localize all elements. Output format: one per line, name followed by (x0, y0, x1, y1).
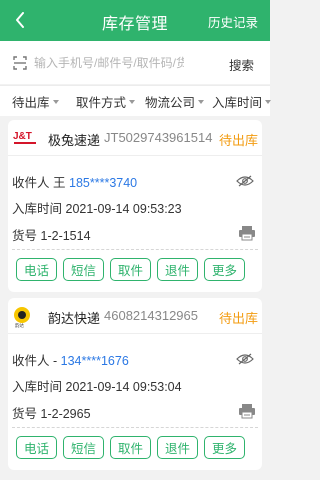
caret-down-icon (52, 100, 59, 104)
pickup-button[interactable]: 取件 (110, 436, 151, 459)
filter-label: 入库时间 (212, 95, 263, 110)
filter-bar: 待出库 取件方式 物流公司 入库时间 (0, 85, 272, 116)
parcel-card: J&T 极兔速递 JT5029743961514 待出库 收件人 王 185**… (8, 120, 262, 292)
time-label: 入库时间 (12, 380, 63, 394)
card-header: J&T 极兔速递 JT5029743961514 待出库 (8, 120, 262, 156)
time-label: 入库时间 (12, 202, 63, 216)
courier-name: 极兔速递 (48, 133, 101, 148)
return-button[interactable]: 退件 (157, 258, 198, 281)
scan-icon[interactable] (12, 55, 28, 71)
stock-in-time-row: 入库时间 2021-09-14 09:53:04 (12, 376, 182, 395)
card-header: 韵达 韵达快递 4608214312965 待出库 (8, 298, 262, 334)
slot-row: 货号 1-2-2965 (12, 403, 91, 422)
eye-icon[interactable] (236, 175, 254, 187)
filter-label: 物流公司 (145, 95, 196, 110)
divider (12, 249, 258, 250)
status-badge: 待出库 (218, 311, 258, 326)
filter-pickup-method[interactable]: 取件方式 (76, 92, 136, 111)
more-button[interactable]: 更多 (204, 436, 245, 459)
sms-button[interactable]: 短信 (63, 258, 104, 281)
recipient-row: 收件人 - 134****1676 (12, 350, 129, 369)
action-buttons: 电话 短信 取件 退件 更多 (16, 258, 245, 281)
courier-name: 韵达快递 (48, 311, 101, 326)
tracking-number[interactable]: JT5029743961514 (104, 130, 212, 145)
eye-icon[interactable] (236, 353, 254, 365)
tracking-number[interactable]: 4608214312965 (104, 308, 198, 323)
stock-in-time-row: 入库时间 2021-09-14 09:53:23 (12, 198, 182, 217)
filter-label: 待出库 (12, 95, 50, 110)
caret-down-icon (129, 100, 136, 104)
history-button[interactable]: 历史记录 (208, 12, 258, 31)
caret-down-icon (198, 100, 205, 104)
divider (12, 427, 258, 428)
parcel-card: 韵达 韵达快递 4608214312965 待出库 收件人 - 134****1… (8, 298, 262, 470)
svg-text:J&T: J&T (13, 131, 32, 142)
yunda-express-logo: 韵达 (12, 306, 44, 329)
search-button[interactable]: 搜索 (229, 55, 254, 74)
printer-icon[interactable] (238, 225, 256, 241)
jt-express-logo: J&T (12, 128, 44, 148)
recipient-phone[interactable]: 134****1676 (61, 354, 129, 368)
app-header: 库存管理 历史记录 (0, 0, 270, 41)
slot-number: 1-2-2965 (40, 407, 91, 421)
pickup-button[interactable]: 取件 (110, 258, 151, 281)
printer-icon[interactable] (238, 403, 256, 419)
filter-label: 取件方式 (76, 95, 127, 110)
recipient-label: 收件人 (12, 354, 50, 368)
sms-button[interactable]: 短信 (63, 436, 104, 459)
stock-in-time: 2021-09-14 09:53:04 (65, 380, 182, 394)
call-button[interactable]: 电话 (16, 258, 57, 281)
recipient-name: 王 (53, 176, 66, 190)
slot-label: 货号 (12, 229, 38, 243)
filter-time[interactable]: 入库时间 (212, 92, 272, 111)
return-button[interactable]: 退件 (157, 436, 198, 459)
search-input[interactable] (34, 55, 184, 70)
recipient-row: 收件人 王 185****3740 (12, 172, 137, 191)
recipient-name: - (53, 354, 58, 368)
stock-in-time: 2021-09-14 09:53:23 (65, 202, 182, 216)
slot-row: 货号 1-2-1514 (12, 225, 91, 244)
search-box (8, 49, 186, 76)
recipient-label: 收件人 (12, 176, 50, 190)
filter-status[interactable]: 待出库 (12, 92, 59, 111)
slot-number: 1-2-1514 (40, 229, 91, 243)
status-badge: 待出库 (218, 133, 258, 148)
more-button[interactable]: 更多 (204, 258, 245, 281)
search-bar: 搜索 (0, 41, 270, 84)
slot-label: 货号 (12, 407, 38, 421)
call-button[interactable]: 电话 (16, 436, 57, 459)
action-buttons: 电话 短信 取件 退件 更多 (16, 436, 245, 459)
caret-down-icon (265, 100, 272, 104)
filter-courier[interactable]: 物流公司 (145, 92, 205, 111)
recipient-phone[interactable]: 185****3740 (69, 176, 137, 190)
